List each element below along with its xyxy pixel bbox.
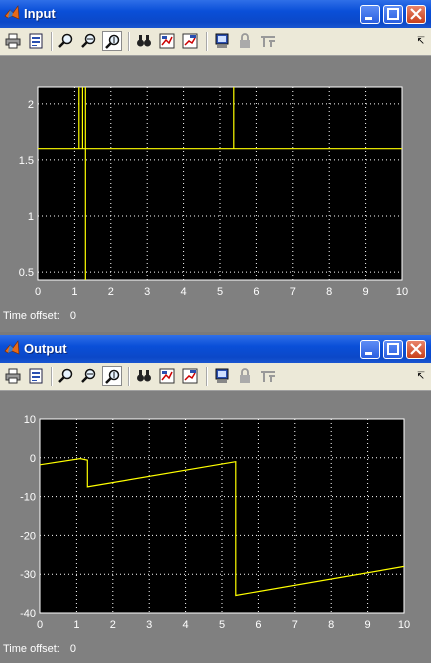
x-tick-label: 3	[144, 286, 150, 298]
x-tick-label: 7	[292, 619, 298, 631]
input-scope-plot: 0 1 2 3 4 5 6 7 8 9 10 0.5 1 1.5 2	[19, 86, 408, 298]
time-offset-value: 0	[69, 643, 76, 655]
x-tick-label: 7	[290, 286, 296, 298]
time-offset-value: 0	[69, 310, 76, 322]
x-tick-label: 6	[253, 286, 259, 298]
x-tick-label: 0	[37, 619, 43, 631]
y-tick-label: 0.5	[19, 267, 34, 279]
time-offset-label: Time offset:	[3, 643, 60, 655]
x-tick-label: 10	[396, 286, 408, 298]
y-tick-label: -40	[20, 608, 36, 620]
y-tick-label: 1.5	[19, 155, 34, 167]
input-scope-window: Input ↸ 0 1 2 3 4 5 6 7 8 9 10 0.5 1 1.5 2 Time offset…	[0, 0, 431, 332]
x-tick-label: 5	[217, 286, 223, 298]
x-tick-label: 8	[328, 619, 334, 631]
y-tick-label: 1	[28, 211, 34, 223]
y-tick-label: -20	[20, 530, 36, 542]
time-offset: Time offset: 0	[3, 643, 76, 655]
y-tick-label: -30	[20, 569, 36, 581]
x-tick-label: 8	[326, 286, 332, 298]
x-tick-label: 10	[398, 619, 410, 631]
x-tick-label: 4	[181, 286, 187, 298]
output-scope-window: Output ↸ 0 1 2 3 4 5 6 7 8 9 10 -40 -30 -20 -10 0 10 Tim…	[0, 335, 431, 663]
x-tick-label: 2	[110, 619, 116, 631]
time-offset: Time offset: 0	[3, 310, 76, 322]
y-tick-label: 0	[30, 453, 36, 465]
y-tick-label: -10	[20, 492, 36, 504]
x-tick-label: 9	[363, 286, 369, 298]
x-tick-label: 1	[73, 619, 79, 631]
x-tick-label: 9	[365, 619, 371, 631]
x-tick-label: 1	[71, 286, 77, 298]
output-scope-plot: 0 1 2 3 4 5 6 7 8 9 10 -40 -30 -20 -10 0 10	[20, 414, 410, 631]
y-tick-label: 2	[28, 99, 34, 111]
x-tick-label: 0	[35, 286, 41, 298]
x-tick-label: 6	[255, 619, 261, 631]
time-offset-label: Time offset:	[3, 310, 60, 322]
x-tick-label: 4	[183, 619, 189, 631]
x-tick-label: 2	[108, 286, 114, 298]
x-tick-label: 3	[146, 619, 152, 631]
y-tick-label: 10	[24, 414, 36, 426]
x-tick-label: 5	[219, 619, 225, 631]
